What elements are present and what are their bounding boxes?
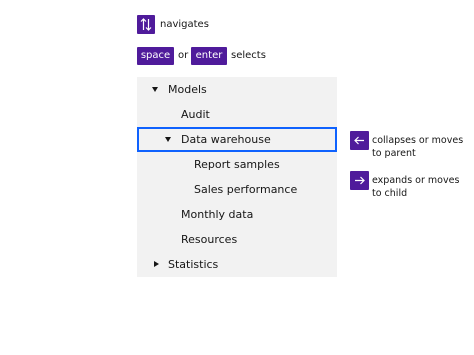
tree-node-label: Data warehouse: [181, 133, 271, 146]
tree-node-resources[interactable]: Resources: [137, 227, 337, 252]
selects-label: selects: [231, 50, 266, 61]
tree-view: Models Audit Data warehouse Report sampl…: [137, 77, 337, 277]
tree-node-data-warehouse[interactable]: Data warehouse: [137, 127, 337, 152]
caret-down-icon[interactable]: [152, 87, 158, 92]
left-hint-line1: collapses or moves: [372, 135, 464, 146]
left-hint-line2: to parent: [372, 148, 416, 159]
tree-node-label: Report samples: [194, 158, 280, 171]
navigates-label: navigates: [160, 19, 209, 30]
arrow-right-icon: [350, 171, 369, 190]
or-label: or: [178, 50, 189, 61]
tree-node-audit[interactable]: Audit: [137, 102, 337, 127]
up-down-arrows-icon: [137, 15, 155, 34]
tree-node-models[interactable]: Models: [137, 77, 337, 102]
tree-node-label: Monthly data: [181, 208, 254, 221]
tree-node-monthly-data[interactable]: Monthly data: [137, 202, 337, 227]
caret-right-icon[interactable]: [154, 261, 159, 267]
space-key: space: [137, 47, 174, 65]
arrow-left-icon: [350, 131, 369, 150]
tree-node-report-samples[interactable]: Report samples: [137, 152, 337, 177]
tree-node-sales-performance[interactable]: Sales performance: [137, 177, 337, 202]
tree-node-label: Statistics: [168, 258, 219, 271]
caret-down-icon[interactable]: [165, 137, 171, 142]
tree-node-label: Resources: [181, 233, 238, 246]
right-hint-line1: expands or moves: [372, 175, 460, 186]
tree-node-statistics[interactable]: Statistics: [137, 252, 337, 277]
right-hint-line2: to child: [372, 188, 408, 199]
tree-node-label: Sales performance: [194, 183, 298, 196]
tree-node-label: Audit: [181, 108, 210, 121]
tree-node-label: Models: [168, 83, 207, 96]
enter-key: enter: [191, 47, 227, 65]
